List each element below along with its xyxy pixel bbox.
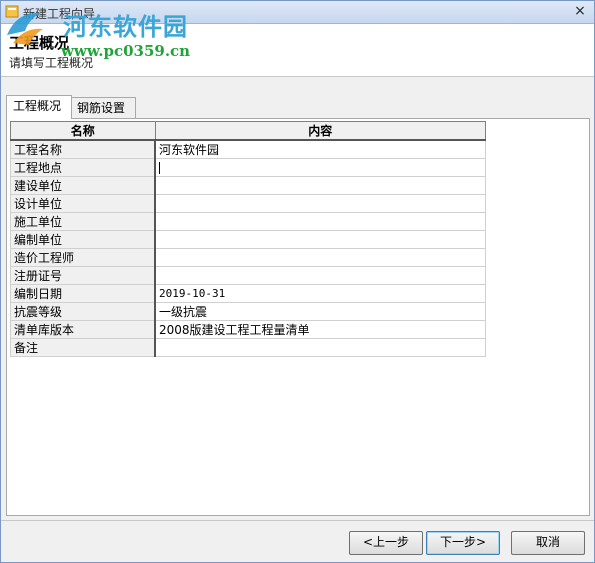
text-cursor (159, 162, 160, 174)
bill-library-version-cell[interactable]: 2008版建设工程工程量清单 (154, 320, 486, 339)
row-label: 注册证号 (10, 266, 156, 285)
row-label: 工程地点 (10, 158, 156, 177)
column-header-name[interactable]: 名称 (10, 121, 156, 141)
table-row: 设计单位 (10, 194, 486, 213)
remarks-cell[interactable] (154, 338, 486, 357)
page-subtitle: 请填写工程概况 (9, 56, 94, 70)
cancel-button[interactable]: 取消 (511, 531, 585, 555)
footer-divider (1, 520, 594, 521)
project-info-table: 名称 内容 工程名称 河东软件园 工程地点 建设单位 设计单位 施工单位 编制单… (10, 121, 486, 357)
close-icon[interactable]: × (572, 3, 588, 19)
row-label: 施工单位 (10, 212, 156, 231)
row-label: 清单库版本 (10, 320, 156, 339)
table-row: 造价工程师 (10, 248, 486, 267)
row-label: 备注 (10, 338, 156, 357)
row-label: 建设单位 (10, 176, 156, 195)
cost-engineer-cell[interactable] (154, 248, 486, 267)
table-row: 建设单位 (10, 176, 486, 195)
project-name-cell[interactable]: 河东软件园 (154, 139, 486, 159)
page-title: 工程概况 (9, 34, 70, 52)
row-label: 抗震等级 (10, 302, 156, 321)
tab-rebar-settings[interactable]: 钢筋设置 (70, 97, 136, 119)
builder-unit-cell[interactable] (154, 212, 486, 231)
table-row: 抗震等级 一级抗震 (10, 302, 486, 321)
tab-project-overview[interactable]: 工程概况 (6, 95, 72, 119)
table-header-row: 名称 内容 (10, 121, 486, 141)
row-label: 设计单位 (10, 194, 156, 213)
construction-unit-cell[interactable] (154, 176, 486, 195)
wizard-header: 工程概况 请填写工程概况 (1, 24, 594, 77)
row-label: 工程名称 (10, 139, 156, 159)
design-unit-cell[interactable] (154, 194, 486, 213)
table-row: 备注 (10, 338, 486, 357)
column-header-content[interactable]: 内容 (154, 121, 486, 141)
next-step-button[interactable]: 下一步> (426, 531, 500, 555)
title-bar: 新建工程向导 × (1, 1, 594, 24)
table-row: 编制日期 2019-10-31 (10, 284, 486, 303)
wizard-window: 新建工程向导 × 工程概况 请填写工程概况 河东软件园 www.pc0359.c… (0, 0, 595, 563)
previous-step-button[interactable]: <上一步 (349, 531, 423, 555)
table-row: 施工单位 (10, 212, 486, 231)
project-location-cell[interactable] (154, 158, 486, 177)
seismic-grade-cell[interactable]: 一级抗震 (154, 302, 486, 321)
row-label: 编制单位 (10, 230, 156, 249)
row-label: 编制日期 (10, 284, 156, 303)
tab-panel: 名称 内容 工程名称 河东软件园 工程地点 建设单位 设计单位 施工单位 编制单… (6, 118, 590, 516)
row-label: 造价工程师 (10, 248, 156, 267)
wizard-app-icon (5, 5, 19, 18)
compiling-unit-cell[interactable] (154, 230, 486, 249)
table-row: 注册证号 (10, 266, 486, 285)
table-row: 工程地点 (10, 158, 486, 177)
registration-number-cell[interactable] (154, 266, 486, 285)
table-row: 编制单位 (10, 230, 486, 249)
table-row: 清单库版本 2008版建设工程工程量清单 (10, 320, 486, 339)
window-title: 新建工程向导 (23, 7, 96, 21)
compile-date-cell[interactable]: 2019-10-31 (154, 284, 486, 303)
table-row: 工程名称 河东软件园 (10, 139, 486, 159)
